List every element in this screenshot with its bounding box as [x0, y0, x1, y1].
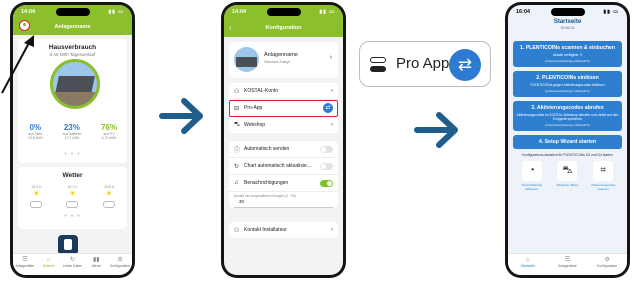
- wallbox-icon[interactable]: [58, 235, 78, 255]
- signal-battery-icon: ▮▮ ▭: [108, 8, 124, 15]
- sun-icon: ☀: [32, 189, 40, 198]
- account-group: ⚇ KOSTAL-Konto › ⊟ Pro-App ⇄ ⛍ Webshop ›: [229, 83, 338, 133]
- contact-group: ⚇ Kontakt Installateur ›: [229, 222, 338, 238]
- tab-anlagenliste[interactable]: ☰ Anlagenliste: [556, 257, 578, 268]
- scan-icon: ⌗: [593, 161, 614, 181]
- webshop-button[interactable]: ⛍ Webshop öffnen: [555, 161, 579, 191]
- notifications-toggle[interactable]: [320, 179, 333, 187]
- stat-pv: 76% aus PV 6,70 kWh: [101, 123, 118, 140]
- wizard-text: Konfigurations-Assistent für PLENTICOINs…: [522, 153, 613, 157]
- sun-icon: ☀: [68, 189, 77, 198]
- pro-app-icon[interactable]: ⇄: [449, 49, 481, 81]
- step-1-card[interactable]: 1. PLENTICOINs scannen & einbuchen Aktue…: [513, 41, 622, 67]
- cart-icon: ⛍: [557, 161, 578, 181]
- dynamic-island: [550, 8, 585, 16]
- row-pro-app[interactable]: ⊟ Pro-App ⇄: [229, 100, 338, 117]
- tab-bar: ☰ Anlagenfilter ⌂ Batterie ↻ Letzte Daten ▮…: [13, 253, 132, 275]
- tab-batterie[interactable]: ⌂ Batterie: [38, 257, 60, 268]
- row-notifications[interactable]: ♫ Benachrichtigungen: [229, 175, 338, 192]
- step-2-card[interactable]: 2. PLENTICOINs einlösen PLENTICOINs gege…: [513, 71, 622, 97]
- auto-send-toggle[interactable]: [320, 145, 333, 153]
- stat-grid: 0% aus Netz 10,6 kWh: [27, 123, 43, 140]
- phone-screen: 14:04 ▮▮ ▭ ‹ Konfiguration Anlagenname S…: [224, 5, 343, 275]
- step-3-card[interactable]: 3. Aktivierungscodes abrufen Aktivierung…: [513, 101, 622, 131]
- tab-letzte-daten[interactable]: ↻ Letzte Daten: [61, 257, 83, 268]
- tab-werte[interactable]: ▮▮ Werte: [85, 257, 107, 268]
- row-contact-installer[interactable]: ⚇ Kontakt Installateur ›: [229, 222, 338, 238]
- plant-title: Anlagenname: [54, 24, 91, 30]
- tab-anlagen[interactable]: ☰ Anlagenfilter: [14, 257, 36, 268]
- stat-battery: 23% aus Batterie 2,07 kWh: [62, 123, 82, 140]
- plant-image: [234, 47, 259, 72]
- bell-icon: ♫: [234, 180, 239, 186]
- page-title: Startseite: [553, 19, 582, 25]
- next-step-arrow-icon: [414, 112, 458, 148]
- info-icon: ⓘ: [234, 147, 241, 154]
- weather-card[interactable]: Wetter 10,3 h ☀ 10,7 h ☀ 10,8 h ☀: [18, 167, 127, 229]
- cart-icon: ⛍: [234, 122, 241, 128]
- chevron-right-icon: ›: [329, 54, 332, 61]
- refresh-icon: ↻: [234, 163, 240, 170]
- page-dots: ● ● ●: [64, 213, 81, 219]
- sun-icon: ☀: [105, 189, 113, 198]
- weather-title: Wetter: [62, 172, 83, 179]
- plant-name: Anlagenname: [264, 52, 298, 58]
- chart-refresh-toggle[interactable]: [320, 162, 333, 170]
- quick-actions: ◔ Smart Metering aktivieren ⛍ Webshop öffn…: [514, 161, 621, 191]
- next-step-arrow-icon: [159, 98, 203, 134]
- row-auto-send[interactable]: ⓘ Automatisch senden: [229, 141, 338, 158]
- callout-label: Pro App: [396, 55, 450, 72]
- page-dots: ● ● ●: [64, 151, 81, 157]
- toggle-switches-icon: ⊟: [234, 105, 240, 112]
- tab-startseite[interactable]: ⌂ Startseite: [517, 257, 539, 268]
- step-4-card[interactable]: 4. Setup Wizard starten: [513, 135, 622, 149]
- page-title: Konfiguration: [265, 25, 302, 31]
- tab-bar: ⌂ Startseite ☰ Anlagenliste ⚙ Konfiguration: [508, 253, 627, 275]
- plant-count-input[interactable]: 30: [234, 198, 333, 208]
- tab-konfiguration[interactable]: ⚙ Konfiguration: [596, 257, 618, 268]
- pro-app-callout: Pro App ⇄: [359, 41, 491, 87]
- status-time: 14:04: [232, 8, 247, 15]
- phone-screen: 16:04 ▮▮ ▭ Startseite 30.06.24 1. PLENTI…: [508, 5, 627, 275]
- pointer-arrow: [1, 35, 34, 94]
- signal-battery-icon: ▮▮ ▭: [603, 8, 619, 15]
- plant-sub: Standard-Anlage: [264, 60, 291, 64]
- toggle-switches-icon: [370, 57, 386, 73]
- chevron-right-icon: ›: [331, 122, 333, 128]
- pro-app-icon[interactable]: ⇄: [323, 103, 333, 113]
- dynamic-island: [55, 8, 90, 16]
- chevron-right-icon: ›: [331, 88, 333, 94]
- house-image: [50, 59, 100, 109]
- consumption-stats: 0% aus Netz 10,6 kWh 23% aus Batterie 2,07…: [18, 123, 127, 140]
- signal-battery-icon: ▮▮ ▭: [319, 8, 335, 15]
- row-chart-refresh[interactable]: ↻ Chart automatisch aktualisie...: [229, 158, 338, 175]
- row-webshop[interactable]: ⛍ Webshop ›: [229, 117, 338, 133]
- phone-config-screen: 14:04 ▮▮ ▭ ‹ Konfiguration Anlagenname S…: [221, 2, 346, 278]
- user-key-icon: ⚇: [234, 88, 240, 95]
- smart-metering-button[interactable]: ◔ Smart Metering aktivieren: [520, 161, 544, 191]
- plant-row[interactable]: Anlagenname Standard-Anlage ›: [229, 42, 338, 78]
- scan-codes-button[interactable]: ⌗ Aktivierungscodes scannen: [591, 161, 616, 191]
- chevron-right-icon: ›: [331, 227, 333, 233]
- dynamic-island: [266, 8, 301, 16]
- status-time: 16:04: [516, 8, 531, 15]
- phone-pro-app-screen: 16:04 ▮▮ ▭ Startseite 30.06.24 1. PLENTI…: [505, 2, 630, 278]
- gauge-icon: ◔: [521, 161, 542, 181]
- user-icon: ⚇: [234, 227, 240, 234]
- tab-konfiguration[interactable]: ⚙ Konfiguration: [109, 257, 131, 268]
- settings-group: ⓘ Automatisch senden ↻ Chart automatisch…: [229, 141, 338, 208]
- weather-days: 10,3 h ☀ 10,7 h ☀ 10,8 h ☀: [18, 185, 127, 209]
- page-date: 30.06.24: [560, 26, 575, 30]
- row-kostal-konto[interactable]: ⚇ KOSTAL-Konto ›: [229, 83, 338, 100]
- status-time: 14:04: [21, 8, 36, 15]
